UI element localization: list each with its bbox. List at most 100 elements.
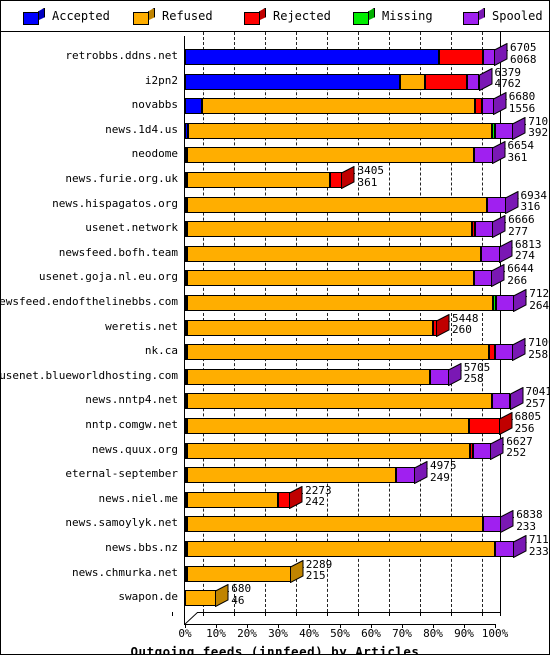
bar-total-value: 4975 xyxy=(430,459,457,473)
bar-segment-refused xyxy=(186,442,470,459)
bar-segment-accepted xyxy=(185,73,401,90)
bar-row xyxy=(184,485,505,510)
x-axis-tick-label: 90% xyxy=(454,627,474,640)
bar-segment-spooled xyxy=(473,147,493,164)
bar-total-value: 7121 xyxy=(529,287,550,300)
bar-segment-spooled xyxy=(482,516,502,533)
bar-value-label: 2289 215 xyxy=(306,559,333,582)
legend-swatch-icon xyxy=(353,7,375,25)
bar-segment-spooled xyxy=(491,393,511,410)
bar-row xyxy=(184,165,505,190)
bar-segment-cap-spooled xyxy=(498,239,513,264)
axis-depth-line xyxy=(184,612,198,625)
bar-row xyxy=(184,411,513,436)
x-tick-back xyxy=(420,612,421,616)
bar-secondary-value: 361 xyxy=(507,150,528,164)
x-tick-back xyxy=(172,612,173,616)
legend-item-missing: Missing xyxy=(353,5,433,27)
y-axis-category-label: retrobbs.ddns.net xyxy=(65,49,178,62)
legend-item-spooled: Spooled xyxy=(463,5,543,27)
bar-segment-refused xyxy=(188,122,492,139)
bar-segment-refused xyxy=(187,147,474,164)
bar-secondary-value: 215 xyxy=(305,569,326,583)
bar-segment-cap-spooled xyxy=(491,264,505,288)
bar-row xyxy=(184,337,527,362)
y-axis-category-label: newsfeed.endofthelinebbs.com xyxy=(0,295,178,308)
bar-row xyxy=(184,141,506,165)
x-axis-tick-label: 70% xyxy=(392,627,412,640)
bar-segment-cap-rejected xyxy=(436,313,450,337)
x-axis-tick-label: 0% xyxy=(178,627,192,640)
bar-value-label: 680 46 xyxy=(231,583,251,606)
bar-segment-refused xyxy=(186,270,474,287)
bar-segment-cap-spooled xyxy=(491,141,506,165)
x-tick-back xyxy=(451,612,452,616)
x-axis-tick-label: 50% xyxy=(330,627,350,640)
bar-segment-refused xyxy=(186,393,492,410)
bar-value-label: 6838 233 xyxy=(516,509,543,532)
bar-segment-refused xyxy=(186,245,482,262)
chart-title: Outgoing feeds (innfeed) by Articles xyxy=(130,644,420,655)
bar-row xyxy=(184,239,514,264)
bar-segment-rejected xyxy=(439,49,483,65)
legend-label: Spooled xyxy=(492,9,543,23)
bar-secondary-value: 4762 xyxy=(494,77,522,91)
bar-segment-rejected xyxy=(425,73,468,90)
bar-segment-cap-rejected xyxy=(498,411,513,436)
bar-segment-accepted xyxy=(185,49,440,65)
bar-segment-refused xyxy=(186,541,496,557)
y-axis-category-label: usenet.goja.nl.eu.org xyxy=(38,270,178,284)
x-tick-back xyxy=(358,612,359,616)
bar-row xyxy=(184,214,507,239)
bar-value-label: 6680 1556 xyxy=(509,91,536,114)
y-axis-category-label: news.furie.org.uk xyxy=(65,172,178,185)
x-axis-tick-label: 100% xyxy=(481,627,509,640)
bar-row xyxy=(184,190,519,214)
y-axis-category-label: usenet.network xyxy=(85,221,178,235)
bar-total-value: 6705 xyxy=(510,41,537,54)
bar-segment-rejected xyxy=(468,418,500,434)
bar-secondary-value: 258 xyxy=(528,347,549,361)
bar-value-label: 5448 260 xyxy=(452,313,479,336)
bar-segment-refused xyxy=(186,221,473,238)
bar-segment-refused xyxy=(185,590,217,607)
bar-segment-cap-spooled xyxy=(478,67,493,91)
legend-swatch-icon xyxy=(23,7,45,25)
bar-segment-refused xyxy=(186,565,291,582)
bar-secondary-value: 233 xyxy=(528,544,549,558)
bar-secondary-value: 316 xyxy=(520,200,541,214)
bar-secondary-value: 274 xyxy=(514,249,535,263)
x-tick-back xyxy=(482,612,483,616)
bar-row xyxy=(184,42,509,67)
bar-segment-spooled xyxy=(494,344,514,361)
bar-value-label: 7115233 xyxy=(528,534,549,558)
bar-value-label: 6666 277 xyxy=(508,214,535,237)
bar-value-label: 6627 252 xyxy=(506,436,533,459)
bar-segment-spooled xyxy=(486,196,506,213)
bar-segment-cap-refused xyxy=(289,559,304,583)
bar-row xyxy=(184,387,524,411)
x-tick-back xyxy=(203,612,204,616)
x-tick-back xyxy=(265,612,266,616)
bar-segment-spooled xyxy=(481,245,500,262)
y-axis-category-label: news.samoylyk.net xyxy=(65,516,178,530)
y-axis-category-label: news.chmurka.net xyxy=(72,565,178,579)
y-axis-category-label: weretis.net xyxy=(105,319,178,333)
bar-value-label: 5705 258 xyxy=(464,362,491,385)
bar-secondary-value: 6068 xyxy=(510,52,537,66)
bar-segment-cap-spooled xyxy=(494,42,508,67)
bar-segment-rejected xyxy=(474,98,482,115)
bar-row xyxy=(184,288,528,313)
bar-secondary-value: 242 xyxy=(305,495,325,509)
bar-total-value: 3405 xyxy=(357,164,384,177)
bar-value-label: 4975 249 xyxy=(430,460,457,483)
x-axis-tick-label: 10% xyxy=(206,627,226,640)
bar-segment-cap-spooled xyxy=(414,460,428,485)
bar-row xyxy=(184,534,528,559)
bar-value-label: 7100258 xyxy=(528,337,549,361)
bar-total-value: 6666 xyxy=(508,213,535,227)
bar-segment-refused xyxy=(186,516,483,533)
bar-segment-refused xyxy=(186,491,278,508)
bar-segment-cap-refused xyxy=(215,583,229,608)
x-axis-tick-label: 80% xyxy=(423,627,443,640)
